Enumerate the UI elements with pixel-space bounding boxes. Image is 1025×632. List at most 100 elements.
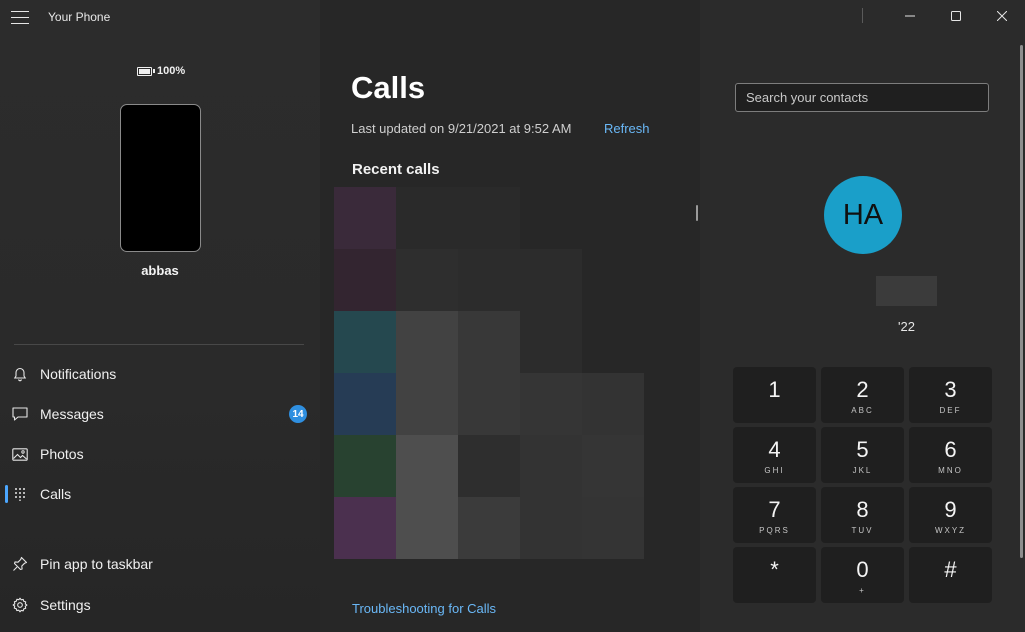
redacted-call-cell bbox=[396, 497, 458, 559]
dialpad-key-digit: * bbox=[770, 557, 779, 582]
nav-item-notifications[interactable]: Notifications bbox=[0, 356, 320, 392]
redacted-call-cell bbox=[334, 187, 396, 249]
battery-level: 100% bbox=[157, 65, 186, 77]
redacted-call-cell bbox=[520, 249, 582, 311]
dialpad-key-digit: 4 bbox=[768, 437, 781, 462]
photos-icon bbox=[12, 446, 28, 462]
dialpad-key-digit: 0 bbox=[856, 557, 869, 582]
redacted-call-cell bbox=[396, 249, 458, 311]
nav-item-photos[interactable]: Photos bbox=[0, 436, 320, 472]
dialpad-key-letters: PQRS bbox=[759, 526, 790, 535]
dialpad-key[interactable]: 6 MNO bbox=[909, 427, 992, 483]
gear-icon bbox=[12, 597, 28, 613]
dialpad-key[interactable]: 2 ABC bbox=[821, 367, 904, 423]
nav-item-label: Photos bbox=[40, 446, 84, 462]
dialpad-key-digit: 7 bbox=[768, 497, 781, 522]
dialpad-key[interactable]: * bbox=[733, 547, 816, 603]
close-button[interactable] bbox=[979, 0, 1025, 32]
window-scrollbar[interactable] bbox=[1020, 45, 1023, 558]
dialpad-key-letters: GHI bbox=[764, 466, 785, 475]
redacted-call-cell bbox=[520, 497, 582, 559]
nav-item-label: Settings bbox=[40, 597, 91, 613]
nav-item-label: Pin app to taskbar bbox=[40, 556, 153, 572]
redacted-call-cell bbox=[334, 497, 396, 559]
dialpad-key-digit: 8 bbox=[856, 497, 869, 522]
dialpad-key-letters: JKL bbox=[852, 466, 873, 475]
sidebar-divider bbox=[14, 344, 304, 345]
redacted-call-cell bbox=[396, 373, 458, 435]
dialpad-key-digit: 1 bbox=[768, 377, 781, 402]
redacted-call-cell bbox=[582, 497, 644, 559]
dialpad-key-digit: 5 bbox=[856, 437, 869, 462]
redacted-call-cell bbox=[334, 311, 396, 373]
dialpad-key-digit: # bbox=[944, 557, 957, 582]
redacted-call-cell bbox=[582, 373, 644, 435]
nav-item-label: Notifications bbox=[40, 366, 117, 382]
bell-icon bbox=[12, 366, 28, 382]
close-icon bbox=[997, 11, 1007, 21]
redacted-call-cell bbox=[458, 497, 520, 559]
minimize-button[interactable] bbox=[887, 0, 933, 32]
phone-preview[interactable] bbox=[120, 104, 201, 252]
redacted-call-cell bbox=[520, 435, 582, 497]
contact-subtitle: '22 bbox=[898, 319, 915, 334]
dialpad-key[interactable]: # bbox=[909, 547, 992, 603]
unread-badge: 14 bbox=[289, 405, 307, 423]
dialpad-key-letters: + bbox=[859, 586, 866, 595]
redacted-call-cell bbox=[520, 311, 582, 373]
search-contacts bbox=[735, 83, 989, 112]
dialpad-key-letters: DEF bbox=[939, 406, 962, 415]
pin-icon bbox=[12, 556, 28, 572]
scrollbar-thumb[interactable] bbox=[696, 205, 698, 221]
last-updated-text: Last updated on 9/21/2021 at 9:52 AM bbox=[351, 121, 572, 136]
nav-item-label: Calls bbox=[40, 486, 72, 502]
dialpad-key-letters: MNO bbox=[938, 466, 963, 475]
dialpad-key[interactable]: 0 + bbox=[821, 547, 904, 603]
redacted-call-cell bbox=[458, 373, 520, 435]
dialer-panel: HA '22 1 2 ABC 3 DEF 4 GHI 5 JKL 6 MNO 7 PQRS 8 TUV 9 WX… bbox=[700, 0, 1025, 632]
page-title: Calls bbox=[351, 70, 426, 105]
dialpad-key-digit: 6 bbox=[944, 437, 957, 462]
dialpad-key[interactable]: 5 JKL bbox=[821, 427, 904, 483]
redacted-call-cell bbox=[396, 187, 458, 249]
dialpad-icon bbox=[12, 486, 28, 502]
redacted-call-cell bbox=[396, 435, 458, 497]
maximize-icon bbox=[951, 11, 961, 21]
minimize-icon bbox=[905, 15, 915, 17]
search-input[interactable] bbox=[736, 84, 988, 111]
dialpad-key-letters: TUV bbox=[851, 526, 874, 535]
dialpad-key[interactable]: 4 GHI bbox=[733, 427, 816, 483]
redacted-call-cell bbox=[582, 435, 644, 497]
refresh-link[interactable]: Refresh bbox=[604, 121, 650, 136]
battery-icon bbox=[137, 66, 155, 76]
recent-calls-heading: Recent calls bbox=[352, 161, 440, 178]
dialpad-key[interactable]: 1 bbox=[733, 367, 816, 423]
dialpad-key[interactable]: 7 PQRS bbox=[733, 487, 816, 543]
menu-icon[interactable] bbox=[11, 11, 29, 25]
redacted-call-cell bbox=[334, 373, 396, 435]
nav-item-calls[interactable]: Calls bbox=[0, 476, 320, 512]
dialpad-key-digit: 9 bbox=[944, 497, 957, 522]
redacted-call-cell bbox=[396, 311, 458, 373]
redacted-call-cell bbox=[520, 373, 582, 435]
message-icon bbox=[12, 406, 28, 422]
dialpad-key-letters: ABC bbox=[851, 406, 874, 415]
titlebar-separator bbox=[862, 8, 863, 23]
redacted-call-cell bbox=[458, 249, 520, 311]
settings-button[interactable]: Settings bbox=[0, 587, 320, 623]
dialpad-key-letters: WXYZ bbox=[934, 526, 967, 535]
dialpad-key[interactable]: 8 TUV bbox=[821, 487, 904, 543]
sidebar: Your Phone 100% abbas Notifications Mess… bbox=[0, 0, 320, 632]
contact-avatar[interactable]: HA bbox=[824, 176, 902, 254]
dialpad-key[interactable]: 3 DEF bbox=[909, 367, 992, 423]
dialpad-key-digit: 2 bbox=[856, 377, 869, 402]
troubleshooting-link[interactable]: Troubleshooting for Calls bbox=[352, 601, 496, 616]
redacted-call-cell bbox=[334, 249, 396, 311]
device-name: abbas bbox=[141, 263, 179, 278]
dialpad-key[interactable]: 9 WXYZ bbox=[909, 487, 992, 543]
app-title: Your Phone bbox=[48, 10, 111, 24]
pin-to-taskbar-button[interactable]: Pin app to taskbar bbox=[0, 546, 320, 582]
dialpad-key-digit: 3 bbox=[944, 377, 957, 402]
maximize-button[interactable] bbox=[933, 0, 979, 32]
nav-item-messages[interactable]: Messages 14 bbox=[0, 396, 320, 432]
